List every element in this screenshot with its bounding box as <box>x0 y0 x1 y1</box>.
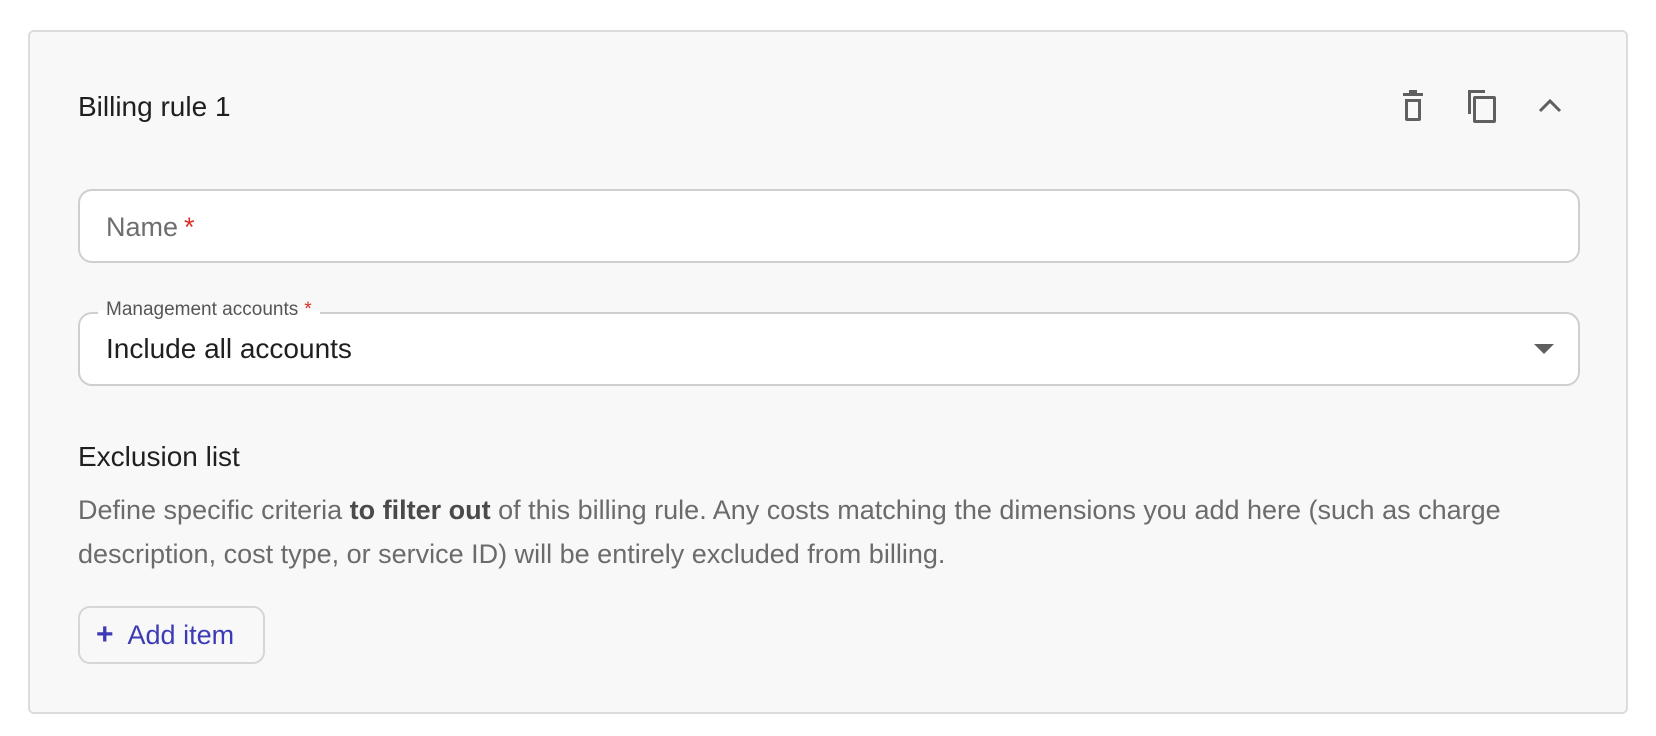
management-accounts-select[interactable]: Management accounts * Include all account… <box>78 298 1580 386</box>
add-item-label: Add item <box>127 620 235 650</box>
exclusion-list-title: Exclusion list <box>78 441 240 472</box>
dropdown-arrow-icon <box>1534 344 1554 354</box>
billing-rule-card: Billing rule 1 Name * Management accounts… <box>28 30 1628 714</box>
collapse-rule-button[interactable] <box>1522 78 1578 134</box>
duplicate-rule-button[interactable] <box>1453 78 1509 134</box>
name-placeholder: Name * <box>106 212 195 242</box>
copy-icon <box>1468 90 1496 123</box>
trash-icon <box>1403 90 1423 121</box>
delete-rule-button[interactable] <box>1385 78 1441 134</box>
management-accounts-label: Management accounts * <box>98 298 320 322</box>
required-asterisk: * <box>184 212 195 242</box>
billing-rule-title: Billing rule 1 <box>78 91 231 122</box>
name-field[interactable]: Name * <box>78 189 1580 263</box>
add-item-button[interactable]: + Add item <box>78 606 265 664</box>
chevron-up-icon <box>1538 98 1562 113</box>
management-accounts-value: Include all accounts <box>106 333 352 364</box>
exclusion-list-description: Define specific criteria to filter out o… <box>78 495 1501 569</box>
plus-icon: + <box>96 618 114 651</box>
required-asterisk: * <box>304 299 312 320</box>
